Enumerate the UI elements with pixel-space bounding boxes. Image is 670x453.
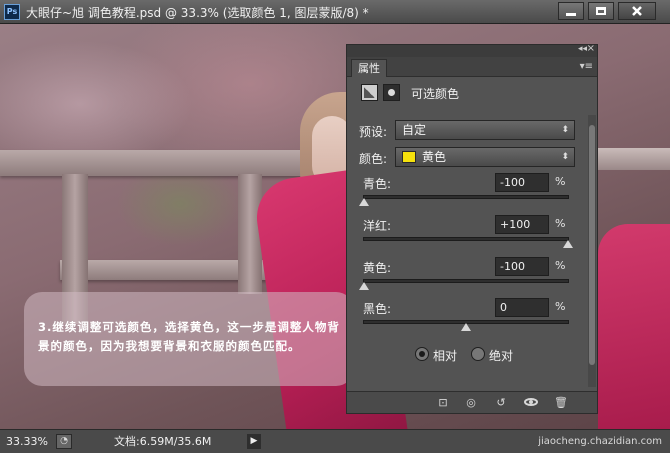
panel-tab-bar: 属性 ▾≡ xyxy=(347,57,597,77)
photo-sweater-right xyxy=(598,224,670,429)
black-slider-track[interactable] xyxy=(363,320,569,331)
clip-to-layer-icon[interactable]: ⊡ xyxy=(435,395,451,410)
view-previous-icon[interactable]: ◎ xyxy=(463,395,479,410)
properties-panel: ◂◂ × 属性 ▾≡ 可选颜色 预设: 自定 ⬍ 颜色: 黄色 ⬍ 青色: -1… xyxy=(346,43,598,414)
layer-mask-icon[interactable] xyxy=(383,84,400,101)
absolute-radio[interactable] xyxy=(471,347,485,361)
minimize-icon xyxy=(566,12,576,16)
yellow-label: 黄色: xyxy=(363,261,392,275)
photoshop-logo-icon: Ps xyxy=(4,4,20,20)
cyan-slider-thumb[interactable] xyxy=(359,198,369,206)
status-menu-arrow-icon[interactable]: ▶ xyxy=(247,434,261,449)
annotation-text: 3.继续调整可选颜色，选择黄色，这一步是调整人物背景的颜色，因为我想要背景和衣服… xyxy=(38,320,340,353)
close-icon xyxy=(632,6,642,16)
cyan-value-input[interactable]: -100 xyxy=(495,173,549,192)
document-size-info: 文档:6.59M/35.6M xyxy=(114,435,212,448)
status-info-icon[interactable]: ◔ xyxy=(56,434,72,449)
magenta-value-input[interactable]: +100 xyxy=(495,215,549,234)
tab-properties[interactable]: 属性 xyxy=(351,59,387,77)
yellow-value-input[interactable]: -100 xyxy=(495,257,549,276)
black-slider-thumb[interactable] xyxy=(461,323,471,331)
preset-dropdown[interactable]: 自定 ⬍ xyxy=(395,120,575,140)
magenta-slider-track[interactable] xyxy=(363,237,573,248)
yellow-swatch-icon xyxy=(402,151,416,163)
colors-dropdown[interactable]: 黄色 ⬍ xyxy=(395,147,575,167)
close-panel-icon[interactable]: × xyxy=(587,43,595,54)
maximize-button[interactable] xyxy=(588,2,614,20)
dropdown-arrows-icon: ⬍ xyxy=(561,125,569,135)
adjustment-title: 可选颜色 xyxy=(411,87,460,101)
annotation-box: 3.继续调整可选颜色，选择黄色，这一步是调整人物背景的颜色，因为我想要背景和衣服… xyxy=(24,292,354,386)
panel-scrollbar[interactable] xyxy=(588,115,596,387)
fence-rail-right xyxy=(596,148,670,170)
document-title: 大眼仔~旭 调色教程.psd @ 33.3% (选取颜色 1, 图层蒙版/8) … xyxy=(26,6,369,20)
preset-value: 自定 xyxy=(402,123,427,137)
black-percent: % xyxy=(555,300,566,313)
magenta-percent: % xyxy=(555,217,566,230)
status-bar: 33.33% ◔ 文档:6.59M/35.6M ▶ jiaocheng.chaz… xyxy=(0,429,670,453)
dropdown-arrows-icon: ⬍ xyxy=(561,152,569,162)
minimize-button[interactable] xyxy=(558,2,584,20)
reset-icon[interactable]: ↺ xyxy=(493,395,509,410)
window-title-bar: Ps 大眼仔~旭 调色教程.psd @ 33.3% (选取颜色 1, 图层蒙版/… xyxy=(0,0,670,24)
absolute-label: 绝对 xyxy=(489,349,514,363)
preset-label: 预设: xyxy=(359,125,388,139)
magenta-slider-thumb[interactable] xyxy=(563,240,573,248)
magenta-label: 洋红: xyxy=(363,219,392,233)
relative-radio[interactable] xyxy=(415,347,429,361)
panel-scroll-thumb[interactable] xyxy=(589,125,595,365)
selective-color-adjustment-icon[interactable] xyxy=(361,84,378,101)
black-value-input[interactable]: 0 xyxy=(495,298,549,317)
relative-label: 相对 xyxy=(433,349,458,363)
watermark-text: jiaocheng.chazidian.com xyxy=(538,436,662,447)
black-label: 黑色: xyxy=(363,302,392,316)
cyan-label: 青色: xyxy=(363,177,392,191)
zoom-level[interactable]: 33.33% xyxy=(6,430,54,453)
maximize-icon xyxy=(596,7,606,15)
yellow-slider-thumb[interactable] xyxy=(359,282,369,290)
yellow-percent: % xyxy=(555,259,566,272)
yellow-slider-track[interactable] xyxy=(359,279,569,290)
visibility-eye-icon[interactable] xyxy=(523,395,539,410)
fence-rail-top xyxy=(0,150,330,176)
panel-footer: ⊡ ◎ ↺ 🗑 xyxy=(347,391,597,413)
panel-header-strip: ◂◂ × xyxy=(347,43,597,57)
cyan-slider-track[interactable] xyxy=(359,195,569,206)
panel-menu-icon[interactable]: ▾≡ xyxy=(580,61,593,72)
cyan-percent: % xyxy=(555,175,566,188)
close-window-button[interactable] xyxy=(618,2,656,20)
trash-icon[interactable]: 🗑 xyxy=(553,395,569,410)
colors-value: 黄色 xyxy=(422,150,447,164)
colors-label: 颜色: xyxy=(359,152,388,166)
